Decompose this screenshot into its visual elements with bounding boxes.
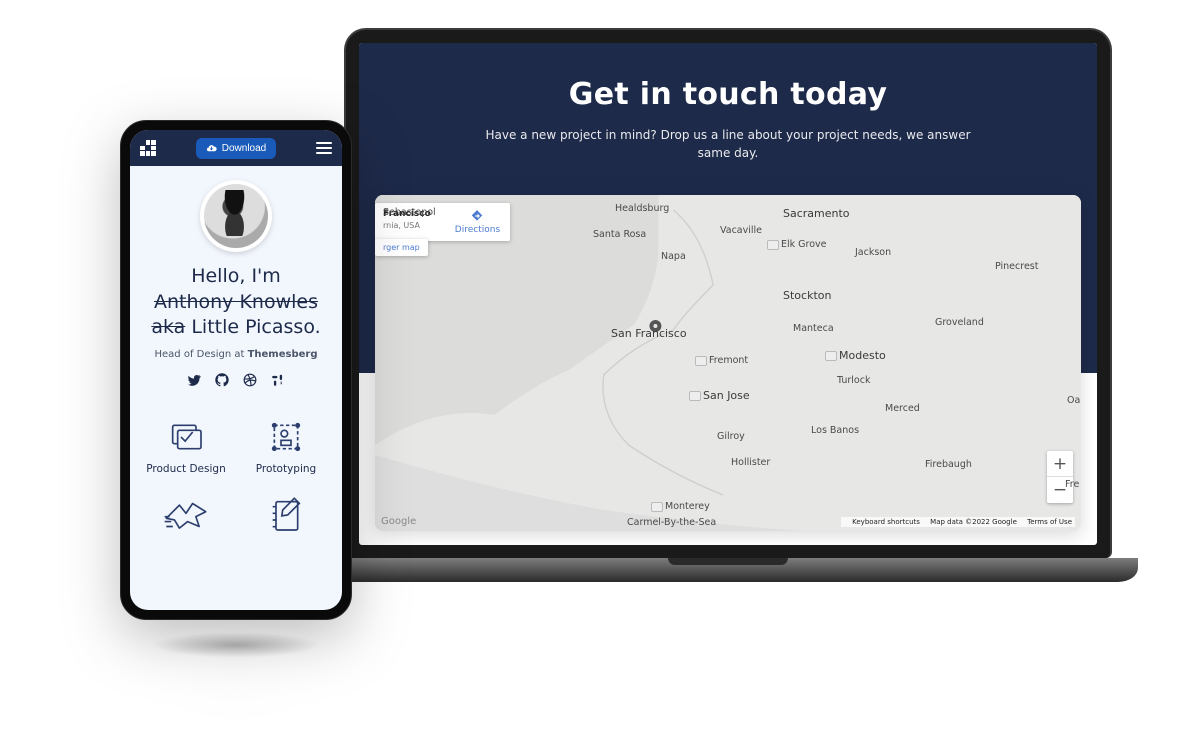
city-los-banos: Los Banos bbox=[811, 425, 859, 436]
mobile-navbar: Download bbox=[130, 130, 342, 166]
skills-grid: Product Design Prototyping bbox=[130, 405, 342, 547]
map-zoom-control: + − bbox=[1047, 451, 1073, 503]
cloud-download-icon bbox=[206, 143, 217, 154]
city-fremont: Fremont bbox=[695, 355, 748, 366]
twitter-icon[interactable] bbox=[187, 372, 201, 391]
larger-map-link[interactable]: rger map bbox=[375, 239, 428, 256]
city-oak: Oak bbox=[1067, 395, 1081, 406]
city-elk-grove: Elk Grove bbox=[767, 239, 827, 250]
google-logo: Google bbox=[381, 516, 416, 527]
zoom-in-button[interactable]: + bbox=[1047, 451, 1073, 477]
laptop-screen: Get in touch today Have a new project in… bbox=[359, 43, 1097, 545]
city-sacramento: Sacramento bbox=[783, 207, 850, 220]
laptop-mockup: Get in touch today Have a new project in… bbox=[318, 28, 1138, 616]
profile-headline: Hello, I'm Anthony Knowles aka Little Pi… bbox=[140, 264, 332, 341]
laptop-base bbox=[318, 558, 1138, 582]
phone-body: Download Hello, I'm Anthony Knowles aka … bbox=[120, 120, 352, 620]
city-stockton: Stockton bbox=[783, 289, 831, 302]
avatar bbox=[200, 180, 272, 252]
city-monterey: Monterey bbox=[651, 501, 710, 512]
city-healdsburg: Healdsburg bbox=[615, 203, 669, 214]
download-button[interactable]: Download bbox=[196, 138, 276, 159]
city-firebaugh: Firebaugh bbox=[925, 459, 972, 470]
skill-label: Prototyping bbox=[236, 463, 336, 475]
city-gilroy: Gilroy bbox=[717, 431, 745, 442]
hero-title: Get in touch today bbox=[359, 77, 1097, 112]
phone-shadow bbox=[151, 632, 321, 658]
city-manteca: Manteca bbox=[793, 323, 834, 334]
skill-label: Product Design bbox=[136, 463, 236, 475]
city-vacaville: Vacaville bbox=[720, 225, 762, 236]
phone-screen: Download Hello, I'm Anthony Knowles aka … bbox=[130, 130, 342, 610]
hero-subtitle: Have a new project in mind? Drop us a li… bbox=[359, 126, 1097, 162]
social-links bbox=[140, 372, 332, 391]
city-hollister: Hollister bbox=[731, 457, 770, 468]
city-sebastopol: Sebastopol bbox=[383, 207, 436, 218]
city-napa: Napa bbox=[661, 251, 686, 262]
terms-link[interactable]: Terms of Use bbox=[1027, 518, 1072, 526]
city-carmel: Carmel-By-the-Sea bbox=[627, 517, 716, 528]
laptop-bezel: Get in touch today Have a new project in… bbox=[344, 28, 1112, 558]
slack-icon[interactable] bbox=[271, 372, 285, 391]
city-fre: Fre bbox=[1065, 479, 1079, 490]
profile-role: Head of Design at Themesberg bbox=[140, 349, 332, 360]
keyboard-shortcuts-link[interactable]: Keyboard shortcuts bbox=[852, 518, 920, 526]
city-santa-rosa: Santa Rosa bbox=[593, 229, 646, 240]
directions-button[interactable]: Directions bbox=[455, 209, 500, 235]
profile-section: Hello, I'm Anthony Knowles aka Little Pi… bbox=[130, 166, 342, 405]
skill-product-design[interactable]: Product Design bbox=[136, 409, 236, 481]
skill-origami[interactable] bbox=[136, 487, 236, 543]
map-data: Map data ©2022 Google bbox=[930, 518, 1017, 526]
menu-button[interactable] bbox=[316, 142, 332, 154]
origami-bird-icon bbox=[136, 493, 236, 537]
skill-notebook[interactable] bbox=[236, 487, 336, 543]
brand-logo-icon[interactable] bbox=[140, 140, 156, 156]
directions-icon bbox=[470, 209, 484, 223]
product-design-icon bbox=[136, 415, 236, 459]
city-groveland: Groveland bbox=[935, 317, 984, 328]
city-turlock: Turlock bbox=[837, 375, 870, 386]
dribbble-icon[interactable] bbox=[243, 372, 257, 391]
github-icon[interactable] bbox=[215, 372, 229, 391]
map-embed[interactable]: Francisco rnia, USA Directions rger map … bbox=[375, 195, 1081, 531]
city-pinecrest: Pinecrest bbox=[995, 261, 1038, 272]
name-strikethrough: Anthony Knowles bbox=[154, 291, 318, 313]
phone-mockup: Download Hello, I'm Anthony Knowles aka … bbox=[120, 120, 352, 650]
prototyping-icon bbox=[236, 415, 336, 459]
city-jackson: Jackson bbox=[855, 247, 891, 258]
city-san-jose: San Jose bbox=[689, 389, 750, 402]
city-modesto: Modesto bbox=[825, 349, 886, 362]
city-san-francisco: San Francisco bbox=[611, 327, 687, 340]
notebook-icon bbox=[236, 493, 336, 537]
city-merced: Merced bbox=[885, 403, 920, 414]
skill-prototyping[interactable]: Prototyping bbox=[236, 409, 336, 481]
map-credits: Keyboard shortcuts Map data ©2022 Google… bbox=[841, 517, 1075, 527]
map-card-sub: rnia, USA bbox=[383, 221, 431, 230]
